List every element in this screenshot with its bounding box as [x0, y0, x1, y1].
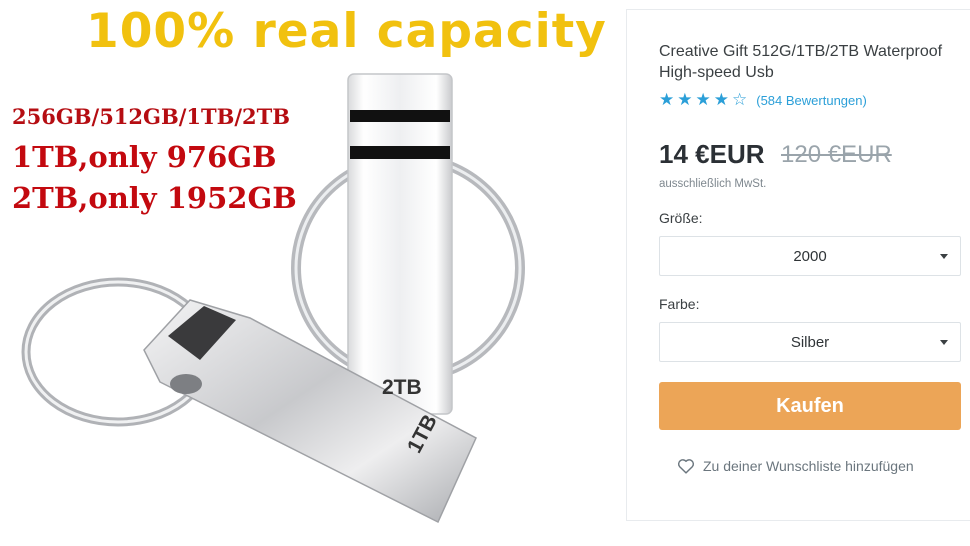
product-title: Creative Gift 512G/1TB/2TB Waterproof Hi…: [659, 43, 943, 81]
product-image: 100% real capacity 256GB/512GB/1TB/2TB 1…: [0, 0, 610, 546]
old-price: 120 €EUR: [781, 141, 892, 168]
purchase-panel: Creative Gift 512G/1TB/2TB Waterproof Hi…: [626, 9, 970, 521]
image-capacities: 256GB/512GB/1TB/2TB: [12, 104, 291, 129]
usb-drives-illustration: [21, 73, 525, 524]
star-filled-icon: ★: [713, 90, 729, 109]
star-filled-icon: ★: [695, 90, 711, 109]
rating[interactable]: ★ ★ ★ ★ ☆ (584 Bewertungen): [659, 90, 867, 110]
star-filled-icon: ★: [659, 90, 675, 109]
vat-note: ausschließlich MwSt.: [659, 178, 767, 190]
star-empty-icon: ☆: [732, 90, 748, 109]
chevron-down-icon: [940, 254, 948, 259]
size-select[interactable]: 2000: [659, 236, 961, 276]
wishlist-label: Zu deiner Wunschliste hinzufügen: [703, 458, 914, 474]
chevron-down-icon: [940, 340, 948, 345]
image-note-1tb: 1TB,only 976GB: [12, 140, 277, 174]
color-label: Farbe:: [659, 296, 700, 312]
size-label: Größe:: [659, 210, 703, 226]
engraving-2tb: 2TB: [382, 376, 422, 399]
image-headline: 100% real capacity: [86, 4, 607, 59]
color-select[interactable]: Silber: [659, 322, 961, 362]
current-price: 14 €EUR: [659, 139, 765, 169]
wishlist-link[interactable]: Zu deiner Wunschliste hinzufügen: [677, 458, 914, 474]
buy-button[interactable]: Kaufen: [659, 382, 961, 430]
star-filled-icon: ★: [677, 90, 693, 109]
image-note-2tb: 2TB,only 1952GB: [12, 181, 297, 215]
reviews-link[interactable]: (584 Bewertungen): [756, 93, 867, 108]
size-select-value: 2000: [793, 247, 827, 265]
heart-icon: [677, 459, 695, 474]
color-select-value: Silber: [790, 333, 830, 351]
